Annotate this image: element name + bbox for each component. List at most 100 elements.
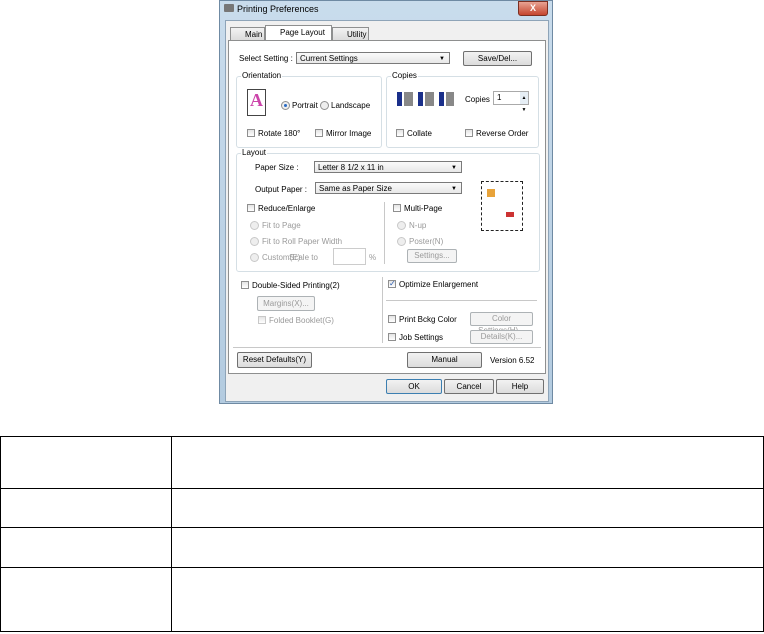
double-sided-checkbox[interactable]	[241, 281, 249, 289]
optimize-enlargement-checkbox[interactable]: ✓	[388, 280, 396, 288]
manual-button[interactable]: Manual	[407, 352, 482, 368]
reverse-order-label: Reverse Order	[476, 129, 529, 138]
printer-icon	[224, 4, 234, 12]
dropdown-value: Same as Paper Size	[319, 184, 392, 193]
divider	[382, 277, 383, 343]
landscape-label: Landscape	[331, 101, 371, 110]
group-title: Orientation	[241, 71, 283, 80]
help-button[interactable]: Help	[496, 379, 544, 394]
dropdown-value: Current Settings	[300, 54, 358, 63]
job-settings-label: Job Settings	[399, 333, 444, 342]
print-bkg-color-label: Print Bckg Color	[399, 315, 457, 324]
fit-to-page-radio[interactable]	[250, 221, 259, 230]
paper-size-label: Paper Size :	[255, 163, 299, 172]
output-paper-dropdown[interactable]: Same as Paper Size ▼	[315, 182, 462, 194]
dropdown-value: Letter 8 1/2 x 11 in	[318, 163, 384, 172]
reset-defaults-button[interactable]: Reset Defaults(Y)	[237, 352, 312, 368]
copies-spinner[interactable]: 1 ▲ ▼	[493, 91, 529, 113]
details-button[interactable]: Details(K)...	[470, 330, 533, 344]
table-cell	[0, 488, 172, 528]
fit-roll-label: Fit to Roll Paper Width	[262, 237, 343, 246]
copies-value: 1	[497, 93, 502, 102]
table-cell	[171, 488, 764, 528]
select-setting-label: Select Setting :	[239, 54, 293, 63]
margins-button[interactable]: Margins(X)...	[257, 296, 315, 311]
table-row	[0, 436, 764, 489]
table-cell	[171, 527, 764, 568]
copies-label: Copies	[465, 95, 490, 104]
custom-radio[interactable]	[250, 253, 259, 262]
tab-main[interactable]: Main	[230, 27, 265, 40]
table-cell	[171, 567, 764, 632]
poster-radio[interactable]	[397, 237, 406, 246]
tab-page-layout[interactable]: Page Layout	[265, 25, 332, 41]
table-cell	[0, 567, 172, 632]
multi-page-checkbox[interactable]	[393, 204, 401, 212]
double-sided-label: Double-Sided Printing(2)	[252, 281, 340, 290]
page-preview-icon	[481, 181, 523, 231]
table-row	[0, 567, 764, 632]
folded-booklet-checkbox[interactable]	[258, 316, 266, 324]
table-row	[0, 488, 764, 528]
print-bkg-color-checkbox[interactable]	[388, 315, 396, 323]
orientation-group: Orientation A Portrait Landscape Rotate …	[236, 71, 382, 148]
window-title: Printing Preferences	[237, 4, 319, 14]
preview-image	[487, 189, 495, 197]
group-title: Layout	[241, 148, 268, 157]
chevron-down-icon: ▼	[439, 56, 445, 62]
settings-button[interactable]: Settings...	[407, 249, 457, 263]
table-cell	[0, 436, 172, 489]
percent-label: %	[369, 253, 377, 262]
color-settings-button[interactable]: Color Settings(H)...	[470, 312, 533, 335]
chevron-down-icon: ▼	[451, 186, 457, 192]
version-label: Version 6.52	[490, 356, 535, 365]
dialog-client: Main Page Layout Utility Select Setting …	[225, 20, 549, 402]
fit-to-page-label: Fit to Page	[262, 221, 301, 230]
landscape-radio[interactable]	[320, 101, 329, 110]
mirror-label: Mirror Image	[326, 129, 372, 138]
printing-preferences-dialog: Printing Preferences X Main Page Layout …	[219, 0, 553, 404]
rotate-180-checkbox[interactable]	[247, 129, 255, 137]
scale-to-label: Scale to	[289, 253, 318, 262]
portrait-preview-icon: A	[247, 89, 266, 116]
mirror-image-checkbox[interactable]	[315, 129, 323, 137]
collate-label: Collate	[407, 129, 432, 138]
chevron-down-icon: ▼	[451, 165, 457, 171]
table-cell	[0, 527, 172, 568]
multi-page-label: Multi-Page	[404, 204, 443, 213]
poster-label: Poster(N)	[409, 237, 444, 246]
table-row	[0, 527, 764, 568]
fit-roll-radio[interactable]	[250, 237, 259, 246]
paper-size-dropdown[interactable]: Letter 8 1/2 x 11 in ▼	[314, 161, 462, 173]
reverse-order-checkbox[interactable]	[465, 129, 473, 137]
divider	[233, 347, 541, 348]
tab-label: Utility	[347, 30, 367, 39]
rotate-label: Rotate 180°	[258, 129, 301, 138]
scale-spinner[interactable]	[333, 248, 366, 265]
reduce-enlarge-label: Reduce/Enlarge	[258, 204, 316, 213]
folded-booklet-label: Folded Booklet(G)	[269, 316, 334, 325]
divider	[384, 202, 385, 264]
close-button[interactable]: X	[518, 1, 548, 16]
output-paper-label: Output Paper :	[255, 185, 308, 194]
tab-utility[interactable]: Utility	[332, 27, 369, 40]
collate-checkbox[interactable]	[396, 129, 404, 137]
cancel-button[interactable]: Cancel	[444, 379, 494, 394]
tab-label: Main	[245, 30, 263, 39]
portrait-radio[interactable]	[281, 101, 290, 110]
portrait-label: Portrait	[292, 101, 318, 110]
group-title: Copies	[391, 71, 418, 80]
tab-label: Page Layout	[280, 28, 325, 37]
job-settings-checkbox[interactable]	[388, 333, 396, 341]
divider	[386, 300, 537, 301]
layout-group: Layout Paper Size : Letter 8 1/2 x 11 in…	[236, 148, 540, 272]
save-del-button[interactable]: Save/Del...	[463, 51, 532, 66]
reduce-enlarge-checkbox[interactable]	[247, 204, 255, 212]
spinner-arrows-icon[interactable]: ▲ ▼	[520, 92, 528, 113]
nup-label: N-up	[409, 221, 427, 230]
collate-preview-icon	[394, 92, 454, 106]
nup-radio[interactable]	[397, 221, 406, 230]
ok-button[interactable]: OK	[386, 379, 442, 394]
select-setting-dropdown[interactable]: Current Settings ▼	[296, 52, 450, 64]
copies-group: Copies Copies 1 ▲ ▼ Collate Reverse Order	[386, 71, 539, 148]
